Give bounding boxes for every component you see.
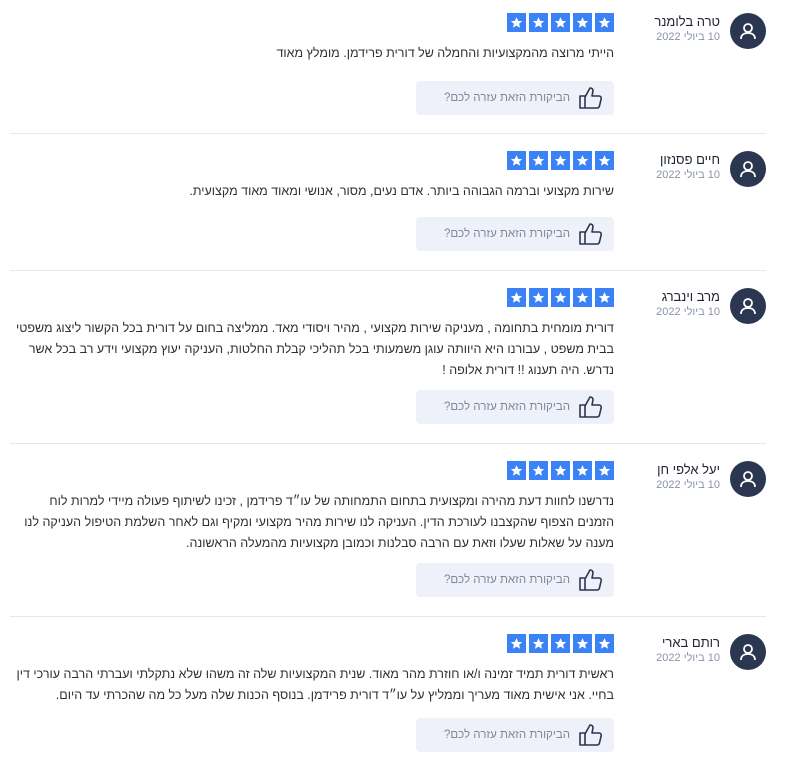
star-icon <box>595 151 614 170</box>
star-rating <box>507 461 614 480</box>
star-icon <box>595 461 614 480</box>
star-icon <box>551 634 570 653</box>
star-icon <box>529 461 548 480</box>
review-item: מרב וינברג 10 ביולי 2022 דורית מומחית בת… <box>10 275 766 444</box>
user-icon <box>740 471 756 488</box>
star-icon <box>507 288 526 307</box>
star-icon <box>551 13 570 32</box>
star-icon <box>573 634 592 653</box>
star-icon <box>551 461 570 480</box>
review-text: דורית מומחית בתחומה , מעניקה שירות מקצוע… <box>15 321 614 377</box>
review-item: רותם בארי 10 ביולי 2022 ראשית דורית תמיד… <box>10 621 766 758</box>
star-icon <box>507 634 526 653</box>
review-text: שירות מקצועי וברמה הגבוהה ביותר. אדם נעי… <box>189 184 614 198</box>
reviewer-name: טרה בלומנר <box>654 14 720 29</box>
thumbs-up-icon <box>578 85 604 111</box>
star-icon <box>529 288 548 307</box>
helpful-label: הביקורת הזאת עזרה לכם? <box>443 574 570 586</box>
review-text: הייתי מרוצה מהמקצועיות והחמלה של דורית פ… <box>276 46 614 60</box>
review-item: חיים פסנזון 10 ביולי 2022 שירות מקצועי ו… <box>10 138 766 271</box>
star-rating <box>507 288 614 307</box>
avatar <box>730 13 766 49</box>
star-icon <box>529 151 548 170</box>
review-text: נדרשנו לחוות דעת מהירה ומקצועית בתחום הת… <box>24 494 614 550</box>
avatar <box>730 151 766 187</box>
review-item: יעל אלפי חן 10 ביולי 2022 נדרשנו לחוות ד… <box>10 448 766 617</box>
review-date: 10 ביולי 2022 <box>656 169 720 181</box>
helpful-button[interactable]: הביקורת הזאת עזרה לכם? <box>416 563 614 597</box>
helpful-button[interactable]: הביקורת הזאת עזרה לכם? <box>416 81 614 115</box>
user-icon <box>740 298 756 315</box>
star-icon <box>551 151 570 170</box>
star-rating <box>507 634 614 653</box>
helpful-button[interactable]: הביקורת הזאת עזרה לכם? <box>416 718 614 752</box>
review-date: 10 ביולי 2022 <box>656 652 720 664</box>
helpful-button[interactable]: הביקורת הזאת עזרה לכם? <box>416 390 614 424</box>
reviewer-name: רותם בארי <box>662 635 720 650</box>
user-icon <box>740 161 756 178</box>
helpful-label: הביקורת הזאת עזרה לכם? <box>443 729 570 741</box>
star-icon <box>595 13 614 32</box>
thumbs-up-icon <box>578 221 604 247</box>
review-date: 10 ביולי 2022 <box>656 306 720 318</box>
star-rating <box>507 13 614 32</box>
star-icon <box>551 288 570 307</box>
thumbs-up-icon <box>578 567 604 593</box>
user-icon <box>740 23 756 40</box>
helpful-label: הביקורת הזאת עזרה לכם? <box>443 228 570 240</box>
star-icon <box>595 288 614 307</box>
star-icon <box>595 634 614 653</box>
star-icon <box>507 151 526 170</box>
star-icon <box>573 151 592 170</box>
review-date: 10 ביולי 2022 <box>656 479 720 491</box>
reviewer-name: מרב וינברג <box>661 289 720 304</box>
star-icon <box>507 13 526 32</box>
avatar <box>730 288 766 324</box>
helpful-label: הביקורת הזאת עזרה לכם? <box>443 92 570 104</box>
user-icon <box>740 644 756 661</box>
reviewer-name: יעל אלפי חן <box>657 462 720 477</box>
avatar <box>730 634 766 670</box>
star-icon <box>529 634 548 653</box>
star-icon <box>507 461 526 480</box>
star-icon <box>529 13 548 32</box>
review-text: ראשית דורית תמיד זמינה ו/או חוזרת מהר מא… <box>16 667 614 702</box>
star-icon <box>573 13 592 32</box>
review-item: טרה בלומנר 10 ביולי 2022 הייתי מרוצה מהמ… <box>10 0 766 134</box>
thumbs-up-icon <box>578 722 604 748</box>
avatar <box>730 461 766 497</box>
helpful-button[interactable]: הביקורת הזאת עזרה לכם? <box>416 217 614 251</box>
star-rating <box>507 151 614 170</box>
star-icon <box>573 288 592 307</box>
review-date: 10 ביולי 2022 <box>656 31 720 43</box>
star-icon <box>573 461 592 480</box>
reviewer-name: חיים פסנזון <box>660 152 720 167</box>
thumbs-up-icon <box>578 394 604 420</box>
helpful-label: הביקורת הזאת עזרה לכם? <box>443 401 570 413</box>
